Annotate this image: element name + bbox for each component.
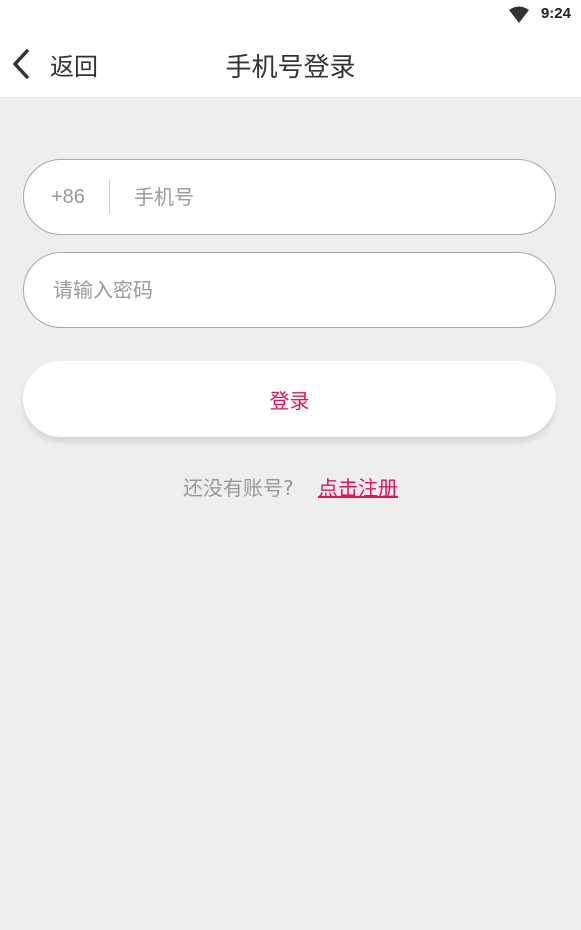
phone-field: +86 (23, 159, 556, 235)
password-input[interactable] (51, 269, 555, 311)
field-divider (109, 180, 110, 214)
page-title: 手机号登录 (225, 53, 356, 83)
header: 返回 手机号登录 (0, 30, 581, 97)
password-field (23, 252, 556, 328)
register-row: 还没有账号? 点击注册 (0, 472, 581, 501)
wifi-icon (509, 6, 529, 23)
phone-input[interactable] (132, 176, 555, 218)
status-bar: 9:24 (0, 0, 581, 30)
status-time: 9:24 (540, 5, 571, 22)
register-link[interactable]: 点击注册 (318, 476, 398, 500)
register-hint: 还没有账号? (183, 476, 294, 500)
login-button[interactable]: 登录 (23, 361, 556, 437)
country-code-prefix: +86 (51, 185, 85, 208)
